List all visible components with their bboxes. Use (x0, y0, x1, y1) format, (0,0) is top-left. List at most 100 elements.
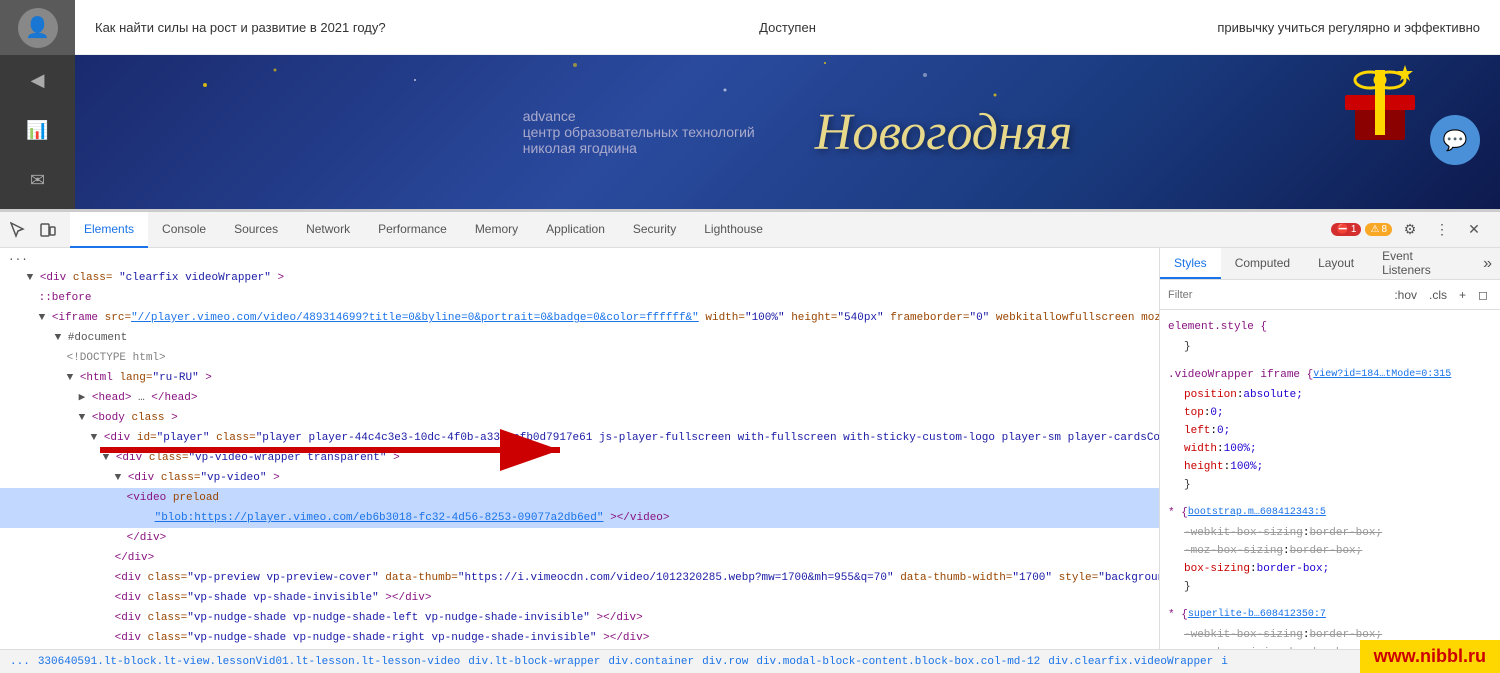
html-line[interactable]: ▼ <body class > (0, 408, 1159, 428)
html-line-selected[interactable]: <video preload (0, 488, 1159, 508)
html-line[interactable]: ▼ #document (0, 328, 1159, 348)
tab-lighthouse[interactable]: Lighthouse (690, 212, 777, 248)
hov-button[interactable]: :hov (1390, 286, 1421, 304)
error-icon: ⛔ (1336, 224, 1348, 235)
element-picker-button[interactable] (4, 216, 32, 244)
expand-arrow[interactable]: ▼ (39, 312, 46, 324)
attr-name: class (131, 412, 164, 424)
styles-tab-more[interactable]: » (1475, 248, 1500, 279)
breadcrumb-item[interactable]: div.modal-block-content.block-box.col-md… (754, 656, 1042, 668)
expand-button[interactable]: ◻ (1474, 286, 1492, 304)
banner-logo: advance ЦЕНТР ОБРАЗОВАТЕЛЬНЫХ ТЕХНОЛОГИЙ… (503, 108, 755, 156)
tab-elements[interactable]: Elements (70, 212, 148, 248)
sidebar-icon-chart[interactable]: 📊 (0, 105, 75, 155)
filter-input[interactable] (1168, 289, 1386, 301)
expand-arrow[interactable]: ▼ (79, 412, 86, 424)
close-button[interactable]: ✕ (1460, 216, 1488, 244)
breadcrumb-item[interactable]: div.row (700, 656, 750, 668)
expand-arrow[interactable]: ▼ (115, 472, 122, 484)
attr-name: class= (148, 592, 188, 604)
styles-tab-event-listeners[interactable]: Event Listeners (1368, 248, 1475, 279)
style-selector: element.style { (1168, 318, 1267, 336)
html-line[interactable]: <div class="vp-nudge-shade vp-nudge-shad… (0, 628, 1159, 648)
breadcrumb-item[interactable]: div.clearfix.videoWrapper (1046, 656, 1215, 668)
html-line[interactable]: ▼ <html lang="ru-RU" > (0, 368, 1159, 388)
device-toggle-button[interactable] (34, 216, 62, 244)
style-prop: position (1184, 386, 1237, 404)
breadcrumb-item[interactable]: i (1219, 656, 1230, 668)
style-rule-bootstrap: * { bootstrap.m…608412343:5 -webkit-box-… (1160, 500, 1500, 602)
html-line[interactable]: ▼ <div class= "clearfix videoWrapper" > (0, 268, 1159, 288)
attr-name: lang= (119, 372, 152, 384)
tab-performance[interactable]: Performance (364, 212, 461, 248)
attr-name: class= (148, 612, 188, 624)
html-line: ... (0, 248, 1159, 268)
style-line: } (1184, 338, 1476, 356)
tab-security[interactable]: Security (619, 212, 690, 248)
breadcrumb-item[interactable]: div.lt-block-wrapper (466, 656, 602, 668)
html-line-selected-url[interactable]: "blob:https://player.vimeo.com/eb6b3018-… (0, 508, 1159, 528)
style-source[interactable]: superlite-b…608412350:7 (1188, 606, 1326, 624)
tag-text: <body (92, 412, 125, 424)
add-style-button[interactable]: + (1455, 286, 1470, 304)
tag-text: <div (115, 592, 141, 604)
attr-value: "player player-44c4c3e3-10dc-4f0b-a334-e… (256, 432, 1160, 444)
html-line[interactable]: <div class="vp-preview vp-preview-cover"… (0, 568, 1159, 588)
html-line[interactable]: <div class="vp-shade vp-shade-invisible"… (0, 588, 1159, 608)
more-button[interactable]: ⋮ (1428, 216, 1456, 244)
breadcrumb-item[interactable]: div.container (606, 656, 696, 668)
styles-tab-layout[interactable]: Layout (1304, 248, 1368, 279)
banner-logo-subtitle: ЦЕНТР ОБРАЗОВАТЕЛЬНЫХ ТЕХНОЛОГИЙНИКОЛАЯ … (523, 124, 755, 156)
tab-memory[interactable]: Memory (461, 212, 532, 248)
html-line[interactable]: ▶ <head> … </head> (0, 388, 1159, 408)
expand-arrow[interactable]: ▶ (79, 392, 86, 404)
html-line[interactable]: ▼ <div id="player" class="player player-… (0, 428, 1159, 448)
tab-sources[interactable]: Sources (220, 212, 292, 248)
attr-value: "vp-preview vp-preview-cover" (187, 572, 378, 584)
styles-tab-styles[interactable]: Styles (1160, 248, 1221, 279)
html-line[interactable]: <div class="vp-nudge-shade vp-nudge-shad… (0, 608, 1159, 628)
attr-name: class= (148, 572, 188, 584)
html-line[interactable]: ▼ <div class="vp-video" > (0, 468, 1159, 488)
style-val: 100%; (1230, 458, 1263, 476)
attr-value-url[interactable]: "//player.vimeo.com/video/489314699?titl… (131, 312, 699, 324)
style-prop: left (1184, 422, 1210, 440)
attr-value: "vp-shade vp-shade-invisible" (187, 592, 378, 604)
html-line[interactable]: ▼ <div class="vp-video-wrapper transpare… (0, 448, 1159, 468)
tab-application[interactable]: Application (532, 212, 619, 248)
style-colon: : (1303, 626, 1310, 644)
settings-button[interactable]: ⚙ (1396, 216, 1424, 244)
styles-tab-computed[interactable]: Computed (1221, 248, 1304, 279)
expand-arrow[interactable]: ▼ (27, 272, 34, 284)
breadcrumb-item[interactable]: 330640591.lt-block.lt-view.lessonVid01.l… (36, 656, 462, 668)
attr-value: "clearfix videoWrapper" (119, 272, 271, 284)
blob-url[interactable]: "blob:https://player.vimeo.com/eb6b3018-… (155, 512, 604, 524)
breadcrumb-item[interactable]: ... (8, 656, 32, 668)
style-source[interactable]: view?id=184…tMode=0:315 (1313, 366, 1451, 384)
tab-console[interactable]: Console (148, 212, 220, 248)
expand-arrow[interactable]: ▼ (67, 372, 74, 384)
tag-text: <head> (92, 392, 132, 404)
tab-lighthouse-label: Lighthouse (704, 222, 763, 236)
sidebar-icon-mail[interactable]: ✉ (0, 155, 75, 205)
style-val: border-box; (1309, 524, 1382, 542)
attr-name: class= (148, 632, 188, 644)
tag-close: > (171, 412, 178, 424)
sidebar: 👤 ◀ 📊 ✉ (0, 0, 75, 209)
tab-network[interactable]: Network (292, 212, 364, 248)
expand-arrow[interactable]: ▼ (103, 452, 110, 464)
style-source[interactable]: bootstrap.m…608412343:5 (1188, 504, 1326, 522)
avatar-area: 👤 (0, 0, 75, 55)
chat-bubble[interactable]: 💬 (1430, 115, 1480, 165)
style-val: 100%; (1224, 440, 1257, 458)
attr-value: "0" (969, 312, 989, 324)
expand-arrow[interactable]: ▼ (91, 432, 98, 444)
style-val: 0; (1217, 422, 1230, 440)
html-line: </div> (0, 528, 1159, 548)
attr-name: data-thumb-width= (900, 572, 1012, 584)
sidebar-icon-back[interactable]: ◀ (0, 55, 75, 105)
style-line: top : 0; (1184, 404, 1476, 422)
tab-memory-label: Memory (475, 222, 518, 236)
html-line-iframe[interactable]: ▼ <iframe src="//player.vimeo.com/video/… (0, 308, 1159, 328)
cls-button[interactable]: .cls (1425, 286, 1451, 304)
